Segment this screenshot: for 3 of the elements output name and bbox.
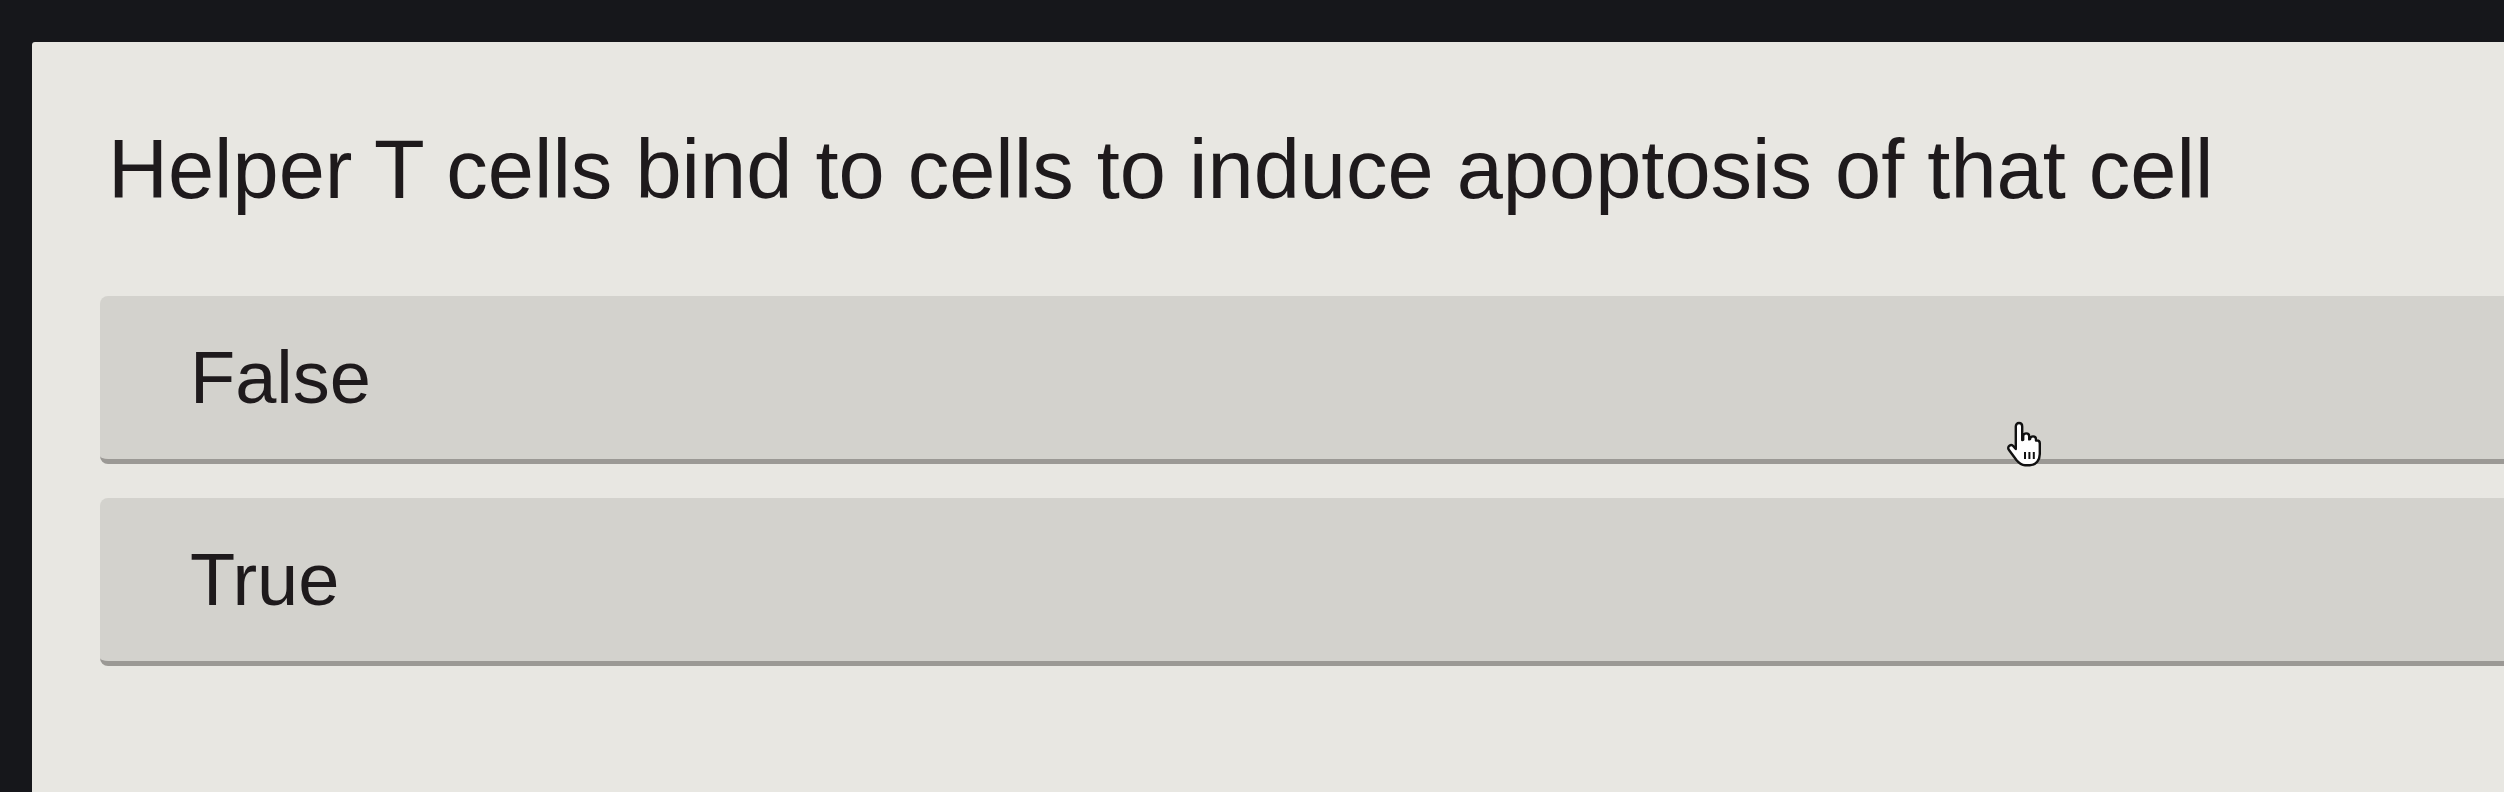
question-text: Helper T cells bind to cells to induce apoptosis of that cell [108, 122, 2215, 218]
answer-option[interactable]: False [100, 295, 2504, 464]
answer-option[interactable]: True [100, 497, 2504, 666]
